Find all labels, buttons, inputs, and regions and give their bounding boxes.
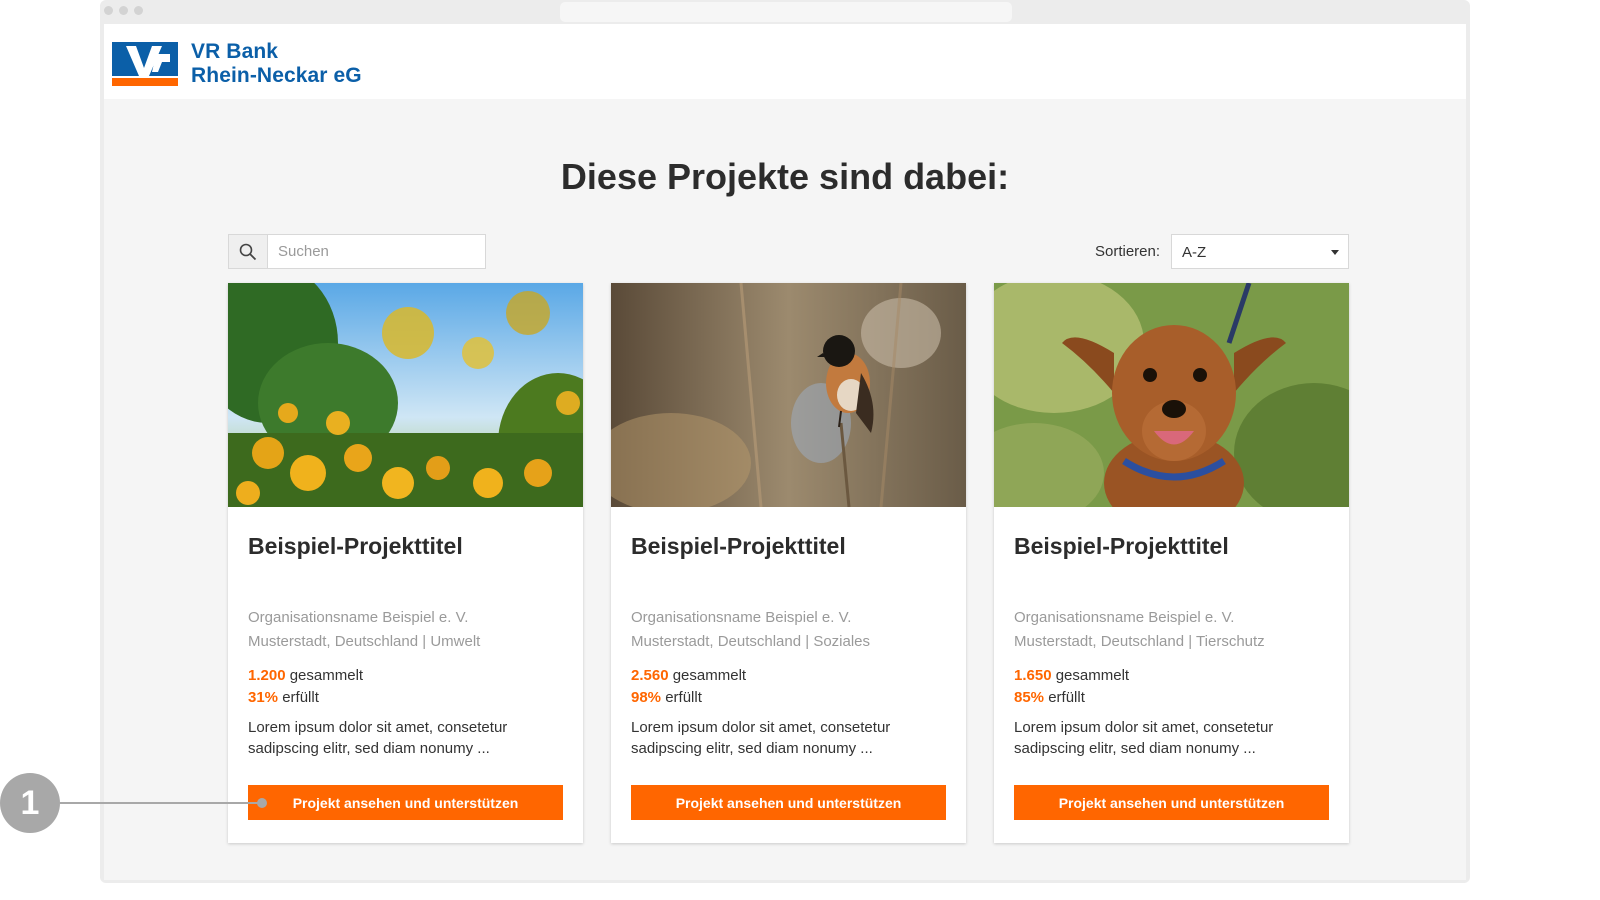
card-amount-row: 1.200 gesammelt [248,665,363,687]
card-percent-label: erfüllt [282,689,319,706]
card-title[interactable]: Beispiel-Projekttitel [631,533,846,560]
sort-select[interactable]: A-Z [1171,234,1349,269]
address-bar[interactable] [560,2,1012,22]
card-organization: Organisationsname Beispiel e. V. Musters… [1014,606,1265,654]
logo-line-1: VR Bank [191,40,279,63]
card-stats: 2.560 gesammelt 98% erfüllt [631,665,746,709]
card-percent: 85% [1014,689,1045,706]
card-percent: 98% [631,689,662,706]
card-amount-row: 2.560 gesammelt [631,665,746,687]
search-icon [239,243,257,260]
card-title[interactable]: Beispiel-Projekttitel [1014,533,1229,560]
card-description: Lorem ipsum dolor sit amet, consetetur s… [1014,719,1274,757]
card-amount: 1.650 [1014,667,1052,684]
card-percent-label: erfüllt [665,689,702,706]
callout-marker: 1 [0,773,60,833]
page-viewport: VR Bank Rhein-Neckar eG Diese Projekte s… [104,24,1466,880]
view-project-button[interactable]: Projekt ansehen und unterstützen [1014,785,1329,820]
search-input[interactable] [268,235,485,268]
callout-line [60,802,261,804]
card-amount: 2.560 [631,667,669,684]
card-percent-row: 98% erfüllt [631,687,746,709]
window-dot[interactable] [134,6,143,15]
card-organization: Organisationsname Beispiel e. V. Musters… [248,606,480,654]
bird-photo[interactable] [611,283,966,507]
card-amount-row: 1.650 gesammelt [1014,665,1129,687]
caret-down-icon [1331,250,1339,255]
project-card: Beispiel-Projekttitel Organisationsname … [611,283,966,843]
card-percent: 31% [248,689,279,706]
sort-selected-value: A-Z [1182,244,1207,261]
card-stats: 1.650 gesammelt 85% erfüllt [1014,665,1129,709]
card-amount-label: gesammelt [672,667,747,684]
card-org-name: Organisationsname Beispiel e. V. [631,609,852,626]
window-dot[interactable] [104,6,113,15]
card-amount-label: gesammelt [289,667,364,684]
flowers-photo[interactable] [228,283,583,507]
search-box [228,234,486,269]
window-dot[interactable] [119,6,128,15]
callout-dot [257,798,267,808]
window-controls [104,6,143,15]
view-project-button[interactable]: Projekt ansehen und unterstützen [631,785,946,820]
card-amount-label: gesammelt [1055,667,1130,684]
sort-label: Sortieren: [1095,243,1161,260]
card-location: Musterstadt, Deutschland | Soziales [631,633,871,650]
card-stats: 1.200 gesammelt 31% erfüllt [248,665,363,709]
card-location: Musterstadt, Deutschland | Umwelt [248,633,481,650]
card-title[interactable]: Beispiel-Projekttitel [248,533,463,560]
card-amount: 1.200 [248,667,286,684]
logo[interactable]: VR Bank Rhein-Neckar eG [112,40,362,88]
card-percent-label: erfüllt [1048,689,1085,706]
site-header: VR Bank Rhein-Neckar eG [104,24,1466,99]
card-description: Lorem ipsum dolor sit amet, consetetur s… [631,719,891,757]
card-percent-row: 85% erfüllt [1014,687,1129,709]
project-card: Beispiel-Projekttitel Organisationsname … [994,283,1349,843]
browser-window: VR Bank Rhein-Neckar eG Diese Projekte s… [100,0,1470,883]
card-org-name: Organisationsname Beispiel e. V. [1014,609,1235,626]
vr-bank-logo-icon [112,42,178,86]
page-title: Diese Projekte sind dabei: [560,156,1010,197]
logo-line-2: Rhein-Neckar eG [191,64,362,87]
card-description: Lorem ipsum dolor sit amet, consetetur s… [248,719,508,757]
card-location: Musterstadt, Deutschland | Tierschutz [1014,633,1265,650]
view-project-button[interactable]: Projekt ansehen und unterstützen [248,785,563,820]
search-button[interactable] [229,235,268,268]
dog-photo[interactable] [994,283,1349,507]
logo-text: VR Bank Rhein-Neckar eG [191,40,362,88]
card-percent-row: 31% erfüllt [248,687,363,709]
card-org-name: Organisationsname Beispiel e. V. [248,609,469,626]
project-card: Beispiel-Projekttitel Organisationsname … [228,283,583,843]
card-organization: Organisationsname Beispiel e. V. Musters… [631,606,870,654]
